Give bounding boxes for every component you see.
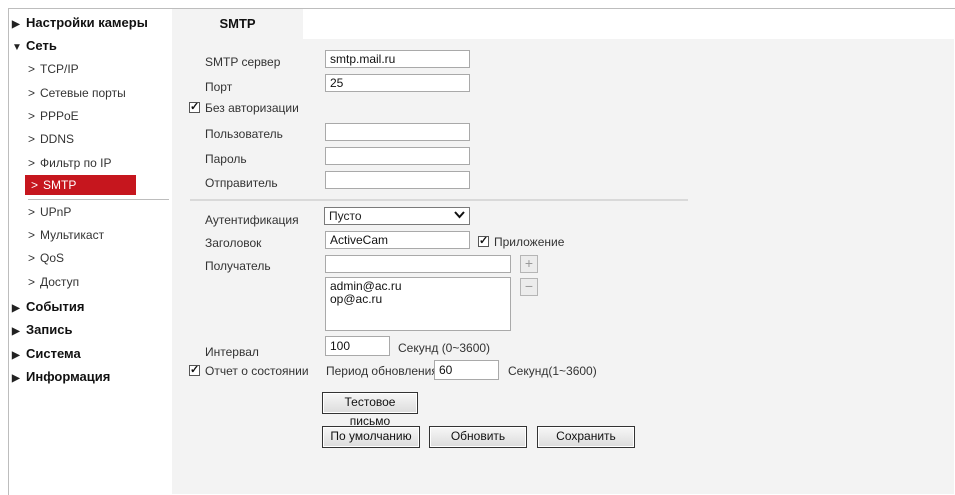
sidebar-group-label: События	[26, 299, 85, 314]
sidebar-item-label: Сетевые порты	[40, 86, 126, 100]
status-report-label: Отчет о состоянии	[205, 364, 309, 378]
sidebar-item-qos[interactable]: > QoS	[28, 248, 64, 268]
chevron-right-icon: >	[31, 178, 39, 192]
subject-label: Заголовок	[205, 236, 262, 250]
sidebar-item-network-ports[interactable]: > Сетевые порты	[28, 83, 126, 103]
content-panel: SMTP SMTP сервер Порт Без авторизации По…	[172, 9, 954, 494]
sidebar-divider	[28, 199, 169, 200]
sidebar-item-label: QoS	[40, 251, 65, 265]
sidebar-item-upnp[interactable]: > UPnP	[28, 202, 71, 222]
sender-label: Отправитель	[205, 176, 278, 190]
refresh-button[interactable]: Обновить	[429, 426, 527, 448]
sidebar-item-label: UPnP	[40, 205, 72, 219]
sidebar-item-access[interactable]: > Доступ	[28, 272, 79, 292]
attachment-label: Приложение	[494, 235, 565, 249]
tab-smtp[interactable]: SMTP	[172, 9, 303, 39]
sidebar-group-label: Информация	[26, 369, 111, 384]
recipient-label: Получатель	[205, 259, 271, 273]
smtp-server-input[interactable]	[325, 50, 470, 68]
sidebar-group-network[interactable]: ▼ Сеть	[12, 38, 57, 53]
user-label: Пользователь	[205, 127, 283, 141]
interval-label: Интервал	[205, 345, 259, 359]
chevron-right-icon: >	[28, 228, 36, 242]
sidebar-item-label: SMTP	[43, 178, 77, 192]
sidebar: ▶ Настройки камеры ▼ Сеть > TCP/IP > Сетевые…	[8, 9, 170, 494]
sidebar-item-label: Фильтр по IP	[40, 156, 112, 170]
sidebar-group-system[interactable]: ▶ Система	[12, 346, 81, 361]
interval-input[interactable]	[325, 336, 390, 356]
triangle-right-icon: ▶	[12, 326, 20, 337]
section-divider	[190, 199, 688, 201]
chevron-right-icon: >	[28, 205, 36, 219]
sidebar-item-smtp[interactable]: > SMTP	[25, 175, 136, 195]
sidebar-item-label: TCP/IP	[40, 62, 79, 76]
default-button[interactable]: По умолчанию	[322, 426, 420, 448]
sidebar-group-record[interactable]: ▶ Запись	[12, 322, 72, 337]
port-label: Порт	[205, 80, 233, 94]
triangle-right-icon: ▶	[12, 373, 20, 384]
attachment-checkbox[interactable]	[478, 234, 489, 247]
test-mail-button[interactable]: Тестовое письмо	[322, 392, 418, 428]
sidebar-item-ip-filter[interactable]: > Фильтр по IP	[28, 153, 112, 173]
tab-bar: SMTP	[172, 9, 954, 39]
sidebar-item-label: PPPoE	[40, 109, 79, 123]
auth-label: Аутентификация	[205, 213, 299, 227]
interval-unit: Секунд (0~3600)	[398, 341, 491, 355]
triangle-right-icon: ▶	[12, 303, 20, 314]
chevron-right-icon: >	[28, 109, 36, 123]
auth-select[interactable]: Пусто	[324, 207, 470, 225]
sidebar-item-tcpip[interactable]: > TCP/IP	[28, 59, 79, 79]
smtp-server-label: SMTP сервер	[205, 55, 281, 69]
sidebar-group-label: Система	[26, 346, 81, 361]
auth-select-value: Пусто	[329, 209, 362, 223]
refresh-period-input[interactable]	[434, 360, 499, 380]
no-auth-checkbox[interactable]	[189, 100, 200, 113]
plus-icon[interactable]: +	[520, 255, 538, 273]
sidebar-group-label: Запись	[26, 322, 73, 337]
save-button[interactable]: Сохранить	[537, 426, 635, 448]
sidebar-item-label: Мультикаст	[40, 228, 105, 242]
port-input[interactable]	[325, 74, 470, 92]
sidebar-item-multicast[interactable]: > Мультикаст	[28, 225, 104, 245]
sidebar-group-camera-settings[interactable]: ▶ Настройки камеры	[12, 15, 148, 30]
sidebar-group-label: Настройки камеры	[26, 15, 148, 30]
sidebar-item-ddns[interactable]: > DDNS	[28, 129, 74, 149]
status-report-checkbox[interactable]	[189, 363, 200, 376]
sender-input[interactable]	[325, 171, 470, 189]
sidebar-item-label: DDNS	[40, 132, 75, 146]
chevron-right-icon: >	[28, 156, 36, 170]
refresh-period-label: Период обновления	[326, 364, 438, 378]
chevron-right-icon: >	[28, 86, 36, 100]
recipients-list[interactable]: admin@ac.ru op@ac.ru	[325, 277, 511, 331]
triangle-down-icon: ▼	[12, 42, 22, 53]
chevron-right-icon: >	[28, 62, 36, 76]
list-item[interactable]: op@ac.ru	[330, 293, 506, 306]
sidebar-item-pppoe[interactable]: > PPPoE	[28, 106, 79, 126]
recipient-input[interactable]	[325, 255, 511, 273]
sidebar-group-label: Сеть	[26, 38, 57, 53]
chevron-right-icon: >	[28, 132, 36, 146]
user-input[interactable]	[325, 123, 470, 141]
password-label: Пароль	[205, 152, 247, 166]
sidebar-group-info[interactable]: ▶ Информация	[12, 369, 110, 384]
triangle-right-icon: ▶	[12, 19, 20, 30]
sidebar-item-label: Доступ	[40, 275, 80, 289]
refresh-period-unit: Секунд(1~3600)	[508, 364, 597, 378]
no-auth-label: Без авторизации	[205, 101, 299, 115]
subject-input[interactable]	[325, 231, 470, 249]
chevron-right-icon: >	[28, 251, 36, 265]
triangle-right-icon: ▶	[12, 350, 20, 361]
chevron-right-icon: >	[28, 275, 36, 289]
sidebar-group-events[interactable]: ▶ События	[12, 299, 84, 314]
minus-icon[interactable]: −	[520, 278, 538, 296]
password-input[interactable]	[325, 147, 470, 165]
chevron-down-icon	[454, 208, 465, 224]
